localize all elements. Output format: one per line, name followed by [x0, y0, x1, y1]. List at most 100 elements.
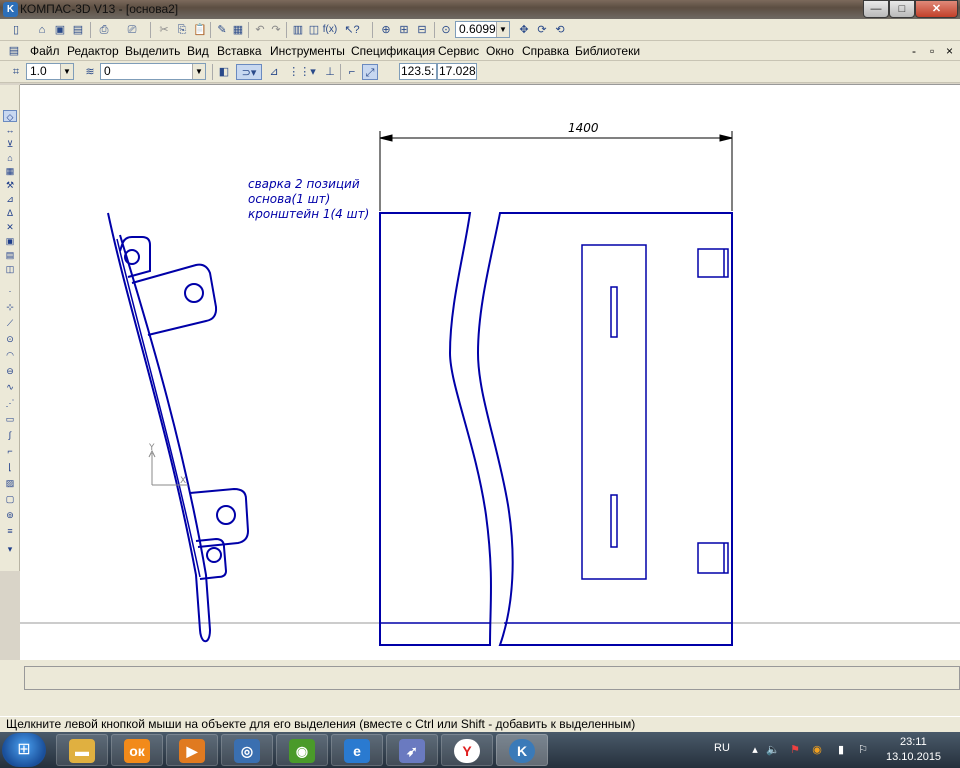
print-preview-icon[interactable]: ▤ [70, 22, 86, 38]
parametric-icon[interactable]: ⤢ [362, 64, 378, 80]
menu-edit[interactable]: Редактор [67, 44, 119, 58]
format-copy-icon[interactable]: ✎ [214, 22, 230, 38]
ellipse-icon[interactable]: ⊖ [3, 365, 17, 377]
contour-icon[interactable]: ▢ [3, 493, 17, 505]
save-icon[interactable]: ▣ [52, 22, 68, 38]
taskbar-app-ie[interactable]: e [331, 734, 383, 766]
chamfer-icon[interactable]: ⌊ [3, 461, 17, 473]
document-icon[interactable]: ▤ [6, 43, 22, 59]
polyline-icon[interactable]: ⋰ [3, 397, 17, 409]
zoom-out-icon[interactable]: ⊟ [414, 22, 430, 38]
cursor-x-field[interactable]: 123.5: [399, 63, 437, 80]
minimize-button[interactable]: — [863, 0, 889, 18]
arc-icon[interactable]: ◠ [3, 349, 17, 361]
hatch-icon[interactable]: ▨ [3, 477, 17, 489]
command-field[interactable] [24, 666, 960, 690]
library-icon[interactable]: ◫ [306, 22, 322, 38]
taskbar-app-media-player[interactable]: ▶ [166, 734, 218, 766]
taskbar-app-kompas[interactable]: K [496, 734, 548, 766]
tray-app-icon[interactable]: ◉ [810, 743, 824, 757]
auxiliary-line-icon[interactable]: ⊹ [3, 301, 17, 313]
snap-icon[interactable]: ⌗ [8, 64, 24, 80]
layer-properties-icon[interactable]: ◧ [216, 64, 232, 80]
layers-panel-icon[interactable]: ◫ [3, 263, 17, 275]
fragment-icon[interactable]: ▤ [3, 249, 17, 261]
edit-icon[interactable]: ⌂ [3, 152, 17, 164]
chevron-down-icon[interactable]: ▼ [192, 64, 205, 79]
equidistant-icon[interactable]: ⊚ [3, 509, 17, 521]
local-cs-icon[interactable]: ⊥ [322, 64, 338, 80]
menu-libraries[interactable]: Библиотеки [575, 44, 640, 58]
circle-icon[interactable]: ⊙ [3, 333, 17, 345]
grid-icon[interactable]: ⋮⋮▾ [288, 64, 316, 80]
redo-icon[interactable]: ↷ [268, 22, 284, 38]
kompas-logo-icon[interactable]: K [3, 2, 18, 17]
scale-combo[interactable]: 1.0 ▼ [26, 63, 74, 80]
network-icon[interactable]: ▮ [834, 743, 848, 757]
menu-tools[interactable]: Инструменты [270, 44, 345, 58]
segment-icon[interactable]: ⟋ [3, 317, 17, 329]
taskbar-app-rocket[interactable]: ➶ [386, 734, 438, 766]
pan-icon[interactable]: ✥ [516, 22, 532, 38]
layers-icon[interactable]: ≋ [82, 64, 98, 80]
close-button[interactable]: ✕ [915, 0, 958, 18]
help-pointer-icon[interactable]: ↖? [344, 22, 360, 38]
taskbar-app-yandex[interactable]: Y [441, 734, 493, 766]
doc-restore-button[interactable]: ▫ [930, 44, 934, 58]
scroll-down-icon[interactable]: ▾ [3, 543, 17, 555]
language-indicator[interactable]: RU [714, 742, 730, 754]
cursor-y-field[interactable]: 17.028 [437, 63, 477, 80]
flag-icon[interactable]: ⚑ [788, 743, 802, 757]
menu-specification[interactable]: Спецификация [351, 44, 435, 58]
zoom-window-icon[interactable]: ⊕ [378, 22, 394, 38]
new-document-icon[interactable]: ▯ [8, 22, 24, 38]
chevron-down-icon[interactable]: ▼ [496, 22, 509, 37]
action-center-icon[interactable]: ⚐ [856, 743, 870, 757]
symbols-icon[interactable]: ⊻ [3, 138, 17, 150]
open-icon[interactable]: ⌂ [34, 22, 50, 38]
menu-help[interactable]: Справка [522, 44, 569, 58]
select-icon[interactable]: ⊿ [3, 193, 17, 205]
menu-view[interactable]: Вид [187, 44, 209, 58]
preview-icon[interactable]: ⎙ [96, 22, 112, 38]
paste-icon[interactable]: 📋 [192, 22, 208, 38]
spec-icon[interactable]: Δ [3, 207, 17, 219]
copy-icon[interactable]: ⎘ [174, 22, 190, 38]
zoom-in-icon[interactable]: ⊞ [396, 22, 412, 38]
local-snap-icon[interactable]: ⊿ [266, 64, 282, 80]
bezier-icon[interactable]: ∫ [3, 429, 17, 441]
measure-icon[interactable]: ⚒ [3, 179, 17, 191]
print-icon[interactable]: ⎚ [124, 22, 140, 38]
volume-icon[interactable]: 🔈 [766, 743, 780, 757]
spline-icon[interactable]: ∿ [3, 381, 17, 393]
redraw-icon[interactable]: ⟲ [552, 22, 568, 38]
clock-date[interactable]: 13.10.2015 [886, 751, 941, 763]
insert-icon[interactable]: ▣ [3, 235, 17, 247]
layer-combo[interactable]: 0 ▼ [100, 63, 206, 80]
taskbar-app-odnoklassniki[interactable]: ок [111, 734, 163, 766]
menu-window[interactable]: Окно [486, 44, 514, 58]
doc-close-button[interactable]: × [946, 44, 953, 58]
maximize-button[interactable]: □ [889, 0, 915, 18]
rectangle-icon[interactable]: ▭ [3, 413, 17, 425]
menu-select[interactable]: Выделить [125, 44, 180, 58]
chevron-down-icon[interactable]: ▼ [60, 64, 73, 79]
cut-icon[interactable]: ✂ [156, 22, 172, 38]
parametrization-icon[interactable]: ▦ [3, 165, 17, 177]
dimensions-icon[interactable]: ↔ [3, 124, 17, 136]
menu-file[interactable]: Файл [30, 44, 60, 58]
taskbar-app-explorer[interactable]: ▬ [56, 734, 108, 766]
point-icon[interactable]: · [3, 285, 17, 297]
undo-icon[interactable]: ↶ [252, 22, 268, 38]
zoom-combo[interactable]: 0.6099 ▼ [455, 21, 510, 38]
menu-service[interactable]: Сервис [438, 44, 479, 58]
geometry-icon[interactable]: ◇ [3, 110, 17, 122]
reports-icon[interactable]: ✕ [3, 221, 17, 233]
taskbar-app-blue[interactable]: ◎ [221, 734, 273, 766]
snap-magnet-icon[interactable]: ⊃▾ [236, 64, 262, 80]
taskbar-app-nvidia[interactable]: ◉ [276, 734, 328, 766]
fillet-icon[interactable]: ⌐ [3, 445, 17, 457]
zoom-scale-icon[interactable]: ⊙ [438, 22, 454, 38]
drawing-canvas[interactable]: Y X сварка 2 позиций основа(1 шт) кроншт… [20, 84, 960, 660]
variables-icon[interactable]: f(x) [322, 22, 338, 38]
